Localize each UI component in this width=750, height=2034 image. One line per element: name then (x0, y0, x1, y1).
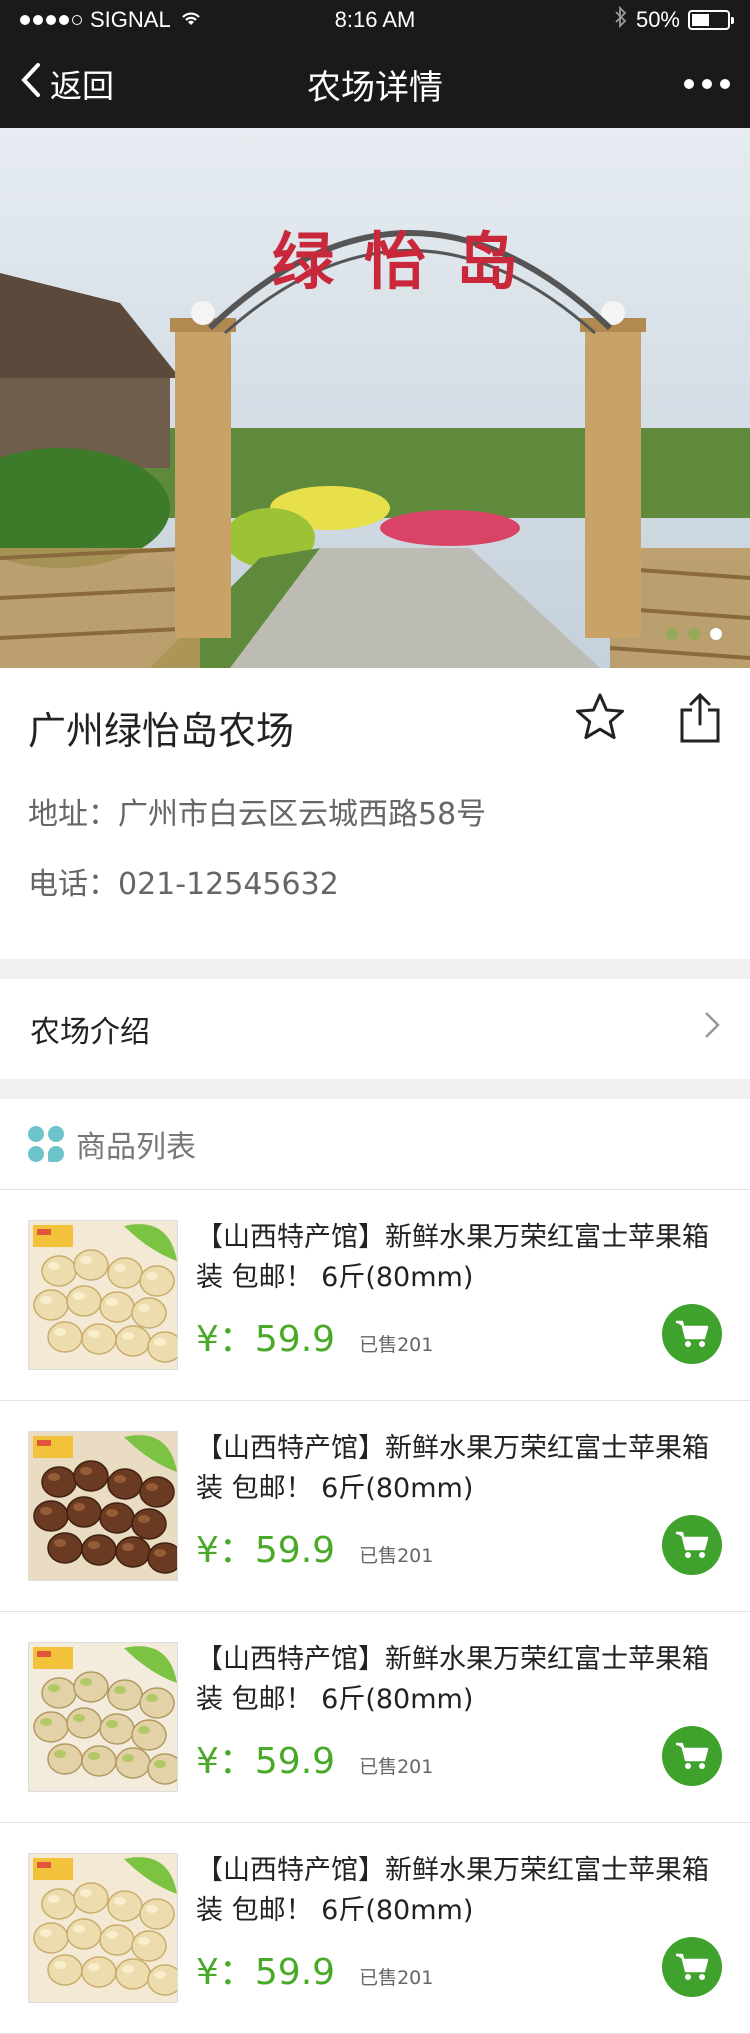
nav-bar: 返回 农场详情 (0, 40, 750, 128)
product-list-title: 商品列表 (76, 1130, 196, 1165)
carousel-dot[interactable] (666, 628, 678, 640)
product-title[interactable]: 【山西特产馆】新鲜水果万荣红富士苹果箱装 包邮！ 6斤(80mm) (196, 1429, 722, 1509)
farm-gate-photo: 绿怡岛 (0, 128, 750, 668)
signal-strength-icon (20, 15, 82, 25)
cart-icon (676, 1320, 709, 1347)
product-list: 商品列表 【山西特产馆】新鲜水果万荣红富士苹果箱装 包邮！ 6斤(80mm) ¥… (0, 1099, 750, 2034)
farm-phone[interactable]: 电话：021-12545632 (28, 859, 722, 903)
carrier-label: SIGNAL (90, 7, 171, 32)
product-thumbnail[interactable] (28, 1642, 178, 1792)
cart-icon (676, 1953, 709, 1980)
favorite-star-icon[interactable] (574, 692, 626, 748)
more-dot-icon (720, 79, 730, 89)
product-price-row: ¥：59.9 已售201 (196, 1521, 433, 1573)
battery-icon (688, 10, 734, 30)
product-price-row: ¥：59.9 已售201 (196, 1732, 433, 1784)
add-to-cart-button[interactable] (662, 1937, 722, 1997)
product-price-row: ¥：59.9 已售201 (196, 1310, 433, 1362)
product-title[interactable]: 【山西特产馆】新鲜水果万荣红富士苹果箱装 包邮！ 6斤(80mm) (196, 1218, 722, 1298)
product-thumbnail[interactable] (28, 1853, 178, 2003)
product-price: ¥：59.9 (196, 1952, 336, 1993)
gate-sign-text: 绿怡岛 (272, 225, 548, 298)
wifi-icon (179, 7, 203, 33)
product-sold-count: 已售201 (359, 1334, 434, 1356)
product-price-row: ¥：59.9 已售201 (196, 1943, 433, 1995)
product-sold-count: 已售201 (359, 1545, 434, 1567)
product-sold-count: 已售201 (359, 1756, 434, 1778)
more-dot-icon (702, 79, 712, 89)
carousel-dot[interactable] (688, 628, 700, 640)
status-right: 50% (614, 5, 734, 34)
farm-photo-carousel[interactable]: 绿怡岛 (0, 128, 750, 668)
product-list-header: 商品列表 (0, 1099, 750, 1190)
product-item[interactable]: 【山西特产馆】新鲜水果万荣红富士苹果箱装 包邮！ 6斤(80mm) ¥：59.9… (0, 1612, 750, 1823)
chevron-right-icon (704, 1011, 720, 1047)
product-price: ¥：59.9 (196, 1530, 336, 1571)
product-body: 【山西特产馆】新鲜水果万荣红富士苹果箱装 包邮！ 6斤(80mm) ¥：59.9… (196, 1642, 722, 1792)
product-thumbnail[interactable] (28, 1431, 178, 1581)
product-body: 【山西特产馆】新鲜水果万荣红富士苹果箱装 包邮！ 6斤(80mm) ¥：59.9… (196, 1853, 722, 2003)
back-button[interactable]: 返回 (20, 61, 114, 107)
add-to-cart-button[interactable] (662, 1726, 722, 1786)
carousel-dot[interactable] (710, 628, 722, 640)
add-to-cart-button[interactable] (662, 1515, 722, 1575)
cart-icon (676, 1531, 709, 1558)
product-body: 【山西特产馆】新鲜水果万荣红富士苹果箱装 包邮！ 6斤(80mm) ¥：59.9… (196, 1431, 722, 1581)
add-to-cart-button[interactable] (662, 1304, 722, 1364)
more-dot-icon (684, 79, 694, 89)
battery-fill (692, 14, 709, 26)
farm-intro-row[interactable]: 农场介绍 (0, 979, 750, 1079)
battery-percent: 50% (635, 7, 680, 32)
product-title[interactable]: 【山西特产馆】新鲜水果万荣红富士苹果箱装 包邮！ 6斤(80mm) (196, 1851, 722, 1931)
farm-actions (574, 692, 722, 748)
product-body: 【山西特产馆】新鲜水果万荣红富士苹果箱装 包邮！ 6斤(80mm) ¥：59.9… (196, 1220, 722, 1370)
product-title[interactable]: 【山西特产馆】新鲜水果万荣红富士苹果箱装 包邮！ 6斤(80mm) (196, 1640, 722, 1720)
chevron-left-icon (20, 62, 42, 106)
product-sold-count: 已售201 (359, 1967, 434, 1989)
product-item[interactable]: 【山西特产馆】新鲜水果万荣红富士苹果箱装 包邮！ 6斤(80mm) ¥：59.9… (0, 1401, 750, 1612)
cart-icon (676, 1742, 709, 1769)
product-price: ¥：59.9 (196, 1319, 336, 1360)
farm-intro-label: 农场介绍 (30, 1015, 150, 1050)
back-label: 返回 (50, 67, 115, 105)
product-item[interactable]: 【山西特产馆】新鲜水果万荣红富士苹果箱装 包邮！ 6斤(80mm) ¥：59.9… (0, 1190, 750, 1401)
farm-info-card: 广州绿怡岛农场 地址：广州市白云区云城西路58号 电话：021-12545632 (0, 668, 750, 959)
status-left: SIGNAL (20, 7, 203, 33)
product-price: ¥：59.9 (196, 1741, 336, 1782)
product-item[interactable]: 【山西特产馆】新鲜水果万荣红富士苹果箱装 包邮！ 6斤(80mm) ¥：59.9… (0, 1823, 750, 2034)
bluetooth-icon (614, 5, 628, 34)
category-grid-icon (28, 1126, 64, 1162)
more-button[interactable] (684, 79, 730, 89)
carousel-indicator (666, 628, 722, 640)
share-icon[interactable] (678, 692, 722, 748)
product-thumbnail[interactable] (28, 1220, 178, 1370)
farm-address: 地址：广州市白云区云城西路58号 (28, 797, 487, 832)
status-bar: SIGNAL 8:16 AM 50% (0, 0, 750, 40)
